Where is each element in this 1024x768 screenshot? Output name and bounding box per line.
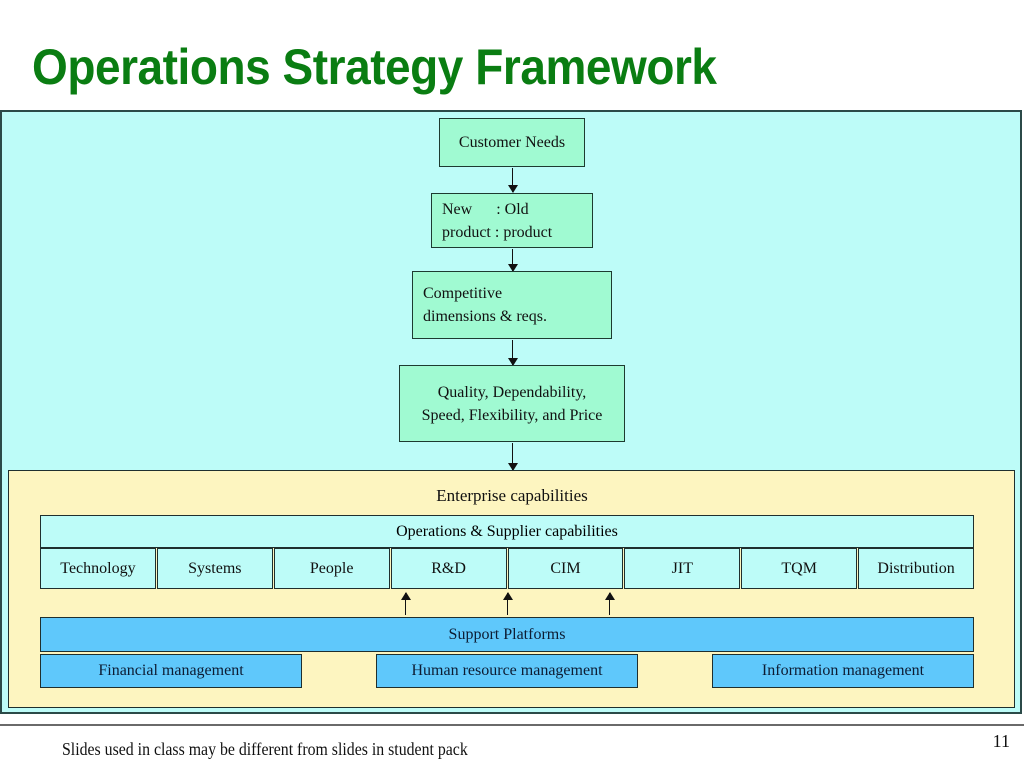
capabilities-row: Technology Systems People R&D CIM JIT TQ… (40, 548, 974, 589)
customer-needs-box: Customer Needs (439, 118, 585, 167)
arrow-up-icon (400, 592, 411, 615)
capability-distribution: Distribution (858, 548, 974, 589)
arrow-down-icon (507, 168, 518, 193)
platform-financial-management: Financial management (40, 654, 302, 688)
priorities-line-1: Quality, Dependability, (437, 383, 587, 401)
arrow-up-icon (502, 592, 513, 615)
platform-information-management: Information management (712, 654, 974, 688)
product-box: New : Old product : product (431, 193, 593, 248)
operations-supplier-label: Operations & Supplier capabilities (396, 522, 618, 540)
enterprise-capabilities-label: Enterprise capabilities (436, 486, 588, 505)
capability-tqm: TQM (741, 548, 858, 589)
competitive-dimensions-box: Competitive dimensions & reqs. (412, 271, 612, 339)
competitive-line-1: Competitive (423, 285, 503, 302)
capability-jit: JIT (624, 548, 741, 589)
page-number: 11 (992, 731, 1010, 751)
platform-human-resource-management: Human resource management (376, 654, 638, 688)
capability-rd: R&D (390, 548, 507, 589)
capability-technology: Technology (40, 548, 156, 589)
competitive-line-2: dimensions & reqs. (423, 308, 547, 325)
arrow-up-icon (604, 592, 615, 615)
support-platforms-label: Support Platforms (448, 625, 566, 643)
arrow-down-icon (507, 443, 518, 471)
priorities-line-2: Speed, Flexibility, and Price (421, 406, 603, 424)
footer-note: Slides used in class may be different fr… (62, 739, 468, 759)
capability-people: People (273, 548, 390, 589)
capability-systems: Systems (156, 548, 273, 589)
operations-supplier-capabilities-bar: Operations & Supplier capabilities (40, 515, 974, 548)
product-line-2: product : product (442, 223, 553, 241)
slide-title: Operations Strategy Framework (32, 39, 717, 95)
support-platforms-bar: Support Platforms (40, 617, 974, 652)
arrow-down-icon (507, 340, 518, 366)
competitive-priorities-box: Quality, Dependability, Speed, Flexibili… (399, 365, 625, 442)
footer-divider (0, 724, 1024, 726)
arrow-down-icon (507, 249, 518, 272)
product-line-1: New : Old (442, 200, 529, 218)
capability-cim: CIM (507, 548, 624, 589)
customer-needs-label: Customer Needs (458, 133, 566, 151)
